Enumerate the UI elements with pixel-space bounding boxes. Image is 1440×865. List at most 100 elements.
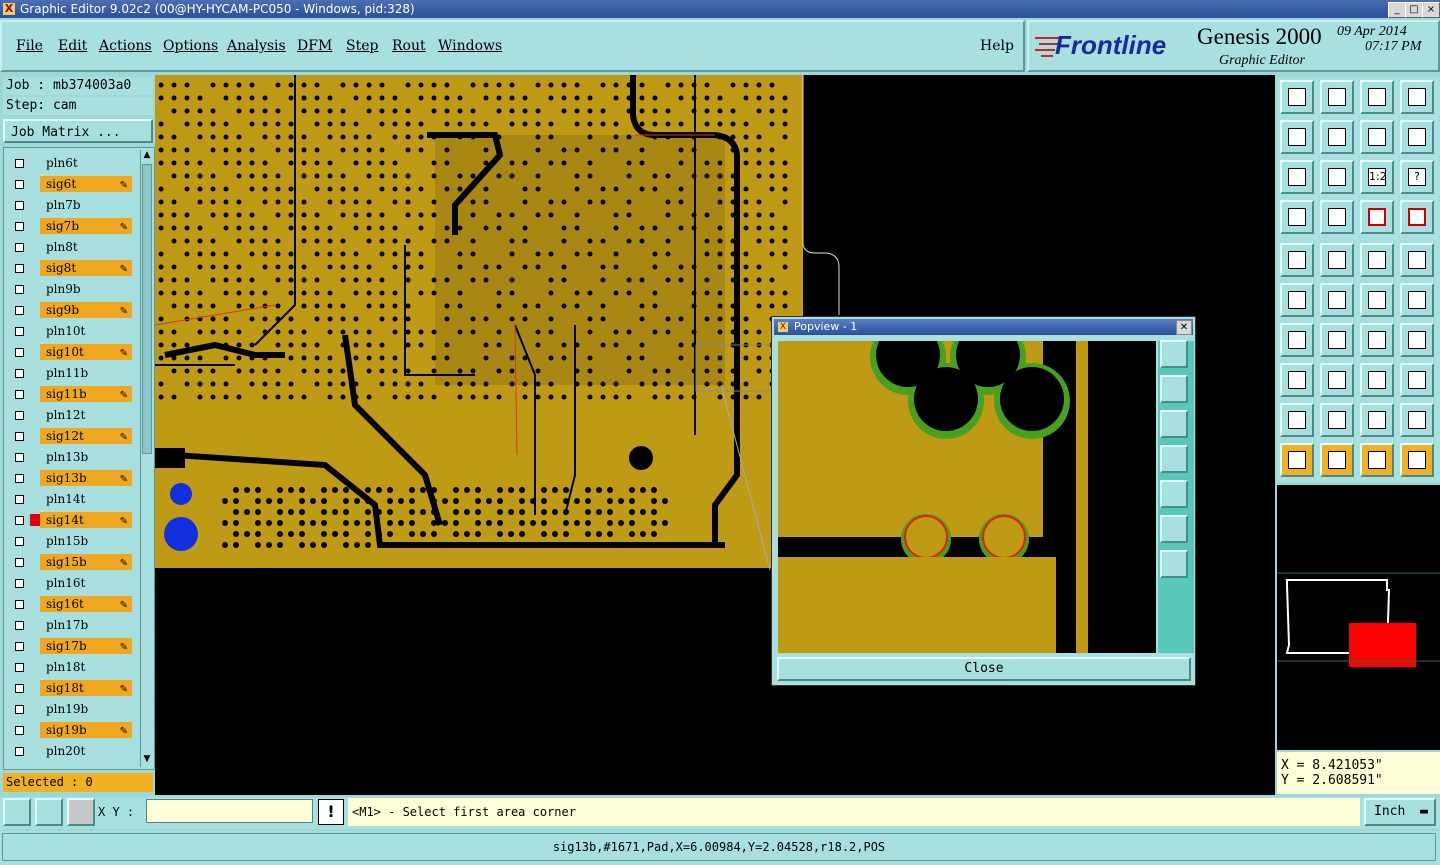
layer-row-pln14t[interactable]: pln14t [10,491,132,507]
layer-name[interactable]: pln10t [40,323,132,339]
arc-b-icon[interactable] [1360,403,1394,437]
layer-checkbox[interactable] [10,638,28,654]
popview-close-icon[interactable]: ✕ [1176,320,1192,335]
pan-right-icon[interactable] [1320,120,1354,154]
menu-analysis[interactable]: Analysis [227,38,286,54]
layer-checkbox[interactable] [10,197,28,213]
pointer-box-icon[interactable] [1320,443,1354,477]
layer-row-sig10t[interactable]: sig10t ✎ [10,344,132,360]
layer-name[interactable]: pln9b [40,281,132,297]
layer-name[interactable]: pln15b [40,533,132,549]
pad-red-icon[interactable] [1280,363,1314,397]
triangle-icon[interactable] [1280,403,1314,437]
layer-row-pln18t[interactable]: pln18t [10,659,132,675]
layer-row-sig17b[interactable]: sig17b ✎ [10,638,132,654]
undo-view-icon[interactable] [1360,120,1394,154]
xy-input[interactable] [146,799,313,823]
layer-row-pln8t[interactable]: pln8t [10,239,132,255]
tools-icon[interactable] [1280,200,1314,234]
layer-checkbox[interactable] [10,407,28,423]
layer-name[interactable]: pln19b [40,701,132,717]
layer-checkbox[interactable] [10,239,28,255]
zoom-ratio-icon[interactable]: 1:2 [1360,160,1394,194]
layer-name[interactable]: sig10t ✎ [40,344,132,360]
menu-help[interactable]: Help [980,38,1014,54]
layer-row-pln17b[interactable]: pln17b [10,617,132,633]
zoom-center-icon[interactable] [1320,160,1354,194]
layer-row-sig18t[interactable]: sig18t ✎ [10,680,132,696]
layer-row-sig12t[interactable]: sig12t ✎ [10,428,132,444]
pointer-sel-icon[interactable] [1360,443,1394,477]
layer-name[interactable]: pln13b [40,449,132,465]
layer-row-pln6t[interactable]: pln6t [10,155,132,171]
layer-checkbox[interactable] [10,512,28,528]
layer-name[interactable]: sig17b ✎ [40,638,132,654]
home-up-icon[interactable] [1280,80,1314,114]
layer-checkbox[interactable] [10,281,28,297]
slash-icon[interactable] [1320,323,1354,357]
menu-dfm[interactable]: DFM [297,38,332,54]
popview-pan-left-icon[interactable] [1160,445,1188,473]
layer-checkbox[interactable] [10,596,28,612]
layer-row-sig9b[interactable]: sig9b ✎ [10,302,132,318]
layer-name[interactable]: sig18t ✎ [40,680,132,696]
popview-pan-down-icon[interactable] [1160,410,1188,438]
layer-checkbox[interactable] [10,554,28,570]
layer-checkbox[interactable] [10,617,28,633]
layer-name[interactable]: sig7b ✎ [40,218,132,234]
arc-c-icon[interactable] [1400,403,1434,437]
measure-icon[interactable] [35,798,63,826]
layer-name[interactable]: pln6t [40,155,132,171]
layer-checkbox[interactable] [10,743,28,759]
window-select-icon[interactable] [1400,243,1434,277]
menu-windows[interactable]: Windows [438,38,502,54]
move-arrow-icon[interactable] [1400,283,1434,317]
menu-actions[interactable]: Actions [99,38,152,54]
popview-zoom-fit-icon[interactable] [1160,340,1188,368]
pointer-icon[interactable] [1280,443,1314,477]
overview-panel[interactable] [1277,485,1440,750]
snap-icon[interactable] [1320,200,1354,234]
layer-checkbox[interactable] [10,470,28,486]
maximize-button[interactable]: □ [1405,2,1423,18]
popview-canvas[interactable] [778,341,1156,653]
move-icon[interactable] [1360,283,1394,317]
layer-checkbox[interactable] [10,428,28,444]
menu-rout[interactable]: Rout [392,38,426,54]
highlight-icon[interactable] [1320,243,1354,277]
layer-checkbox[interactable] [10,386,28,402]
layer-row-sig8t[interactable]: sig8t ✎ [10,260,132,276]
layer-name[interactable]: pln18t [40,659,132,675]
layer-row-pln20t[interactable]: pln20t [10,743,132,759]
scroll-up-icon[interactable]: ▲ [141,150,153,160]
popview-close-button[interactable]: Close [777,657,1191,681]
help-icon[interactable]: ? [1400,160,1434,194]
layer-row-pln15b[interactable]: pln15b [10,533,132,549]
layer-checkbox[interactable] [10,722,28,738]
layer-row-sig14t[interactable]: sig14t ✎ [10,512,132,528]
layer-row-pln12t[interactable]: pln12t [10,407,132,423]
warning-icon[interactable]: ! [318,799,344,825]
layer-checkbox[interactable] [10,659,28,675]
layer-checkbox[interactable] [10,449,28,465]
layer-name[interactable]: sig16t ✎ [40,596,132,612]
cross-icon[interactable] [1320,283,1354,317]
layer-name[interactable]: pln12t [40,407,132,423]
redo-view-icon[interactable] [1400,120,1434,154]
split-view-icon[interactable] [1400,80,1434,114]
menu-options[interactable]: Options [163,38,218,54]
layer-checkbox[interactable] [10,365,28,381]
line-icon[interactable] [1280,323,1314,357]
ruler-icon[interactable] [1360,243,1394,277]
connect-icon[interactable] [1280,283,1314,317]
minimize-button[interactable]: _ [1388,2,1406,18]
layer-checkbox[interactable] [10,302,28,318]
grid-icon[interactable] [67,798,95,826]
layer-name[interactable]: pln16t [40,575,132,591]
popview-zoom-out-icon[interactable] [1160,550,1188,578]
scroll-down-icon[interactable]: ▼ [141,754,153,764]
layer-name[interactable]: sig11b ✎ [40,386,132,402]
layer-red-icon[interactable] [1360,200,1394,234]
layer-checkbox[interactable] [10,491,28,507]
layer-name[interactable]: pln8t [40,239,132,255]
